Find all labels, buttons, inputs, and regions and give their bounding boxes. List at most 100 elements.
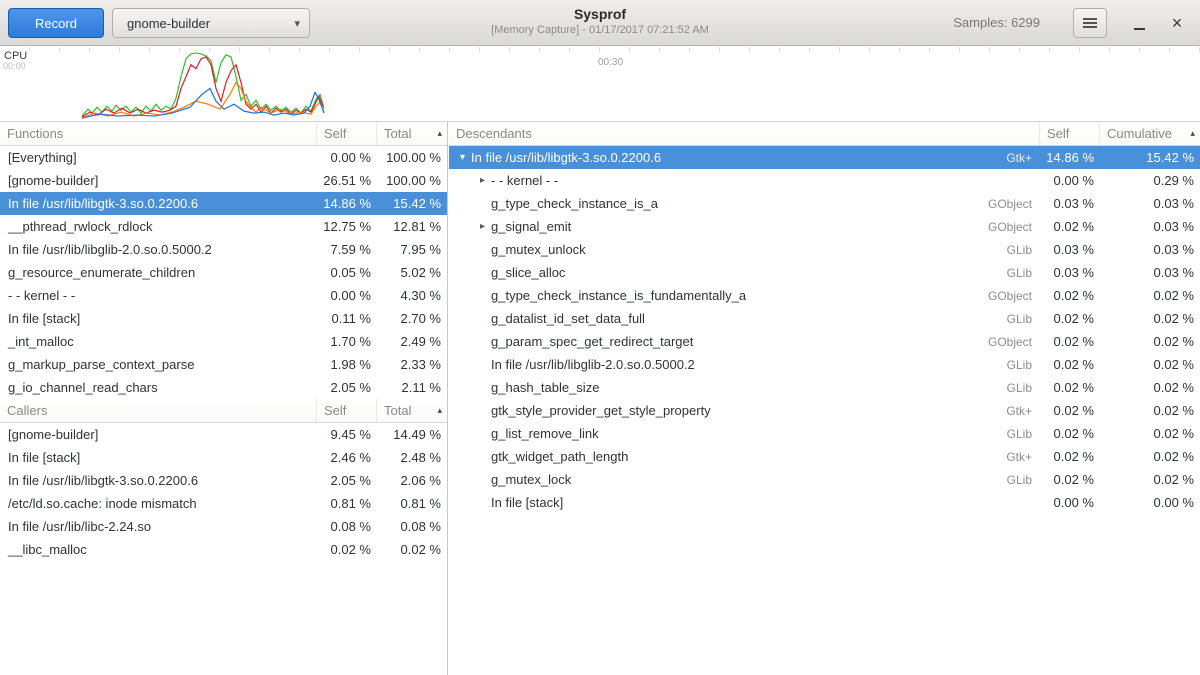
table-row[interactable]: In file /usr/lib/libgtk-3.so.0.2200.62.0…	[0, 469, 447, 492]
function-name: g_signal_emit	[491, 219, 988, 234]
table-row[interactable]: g_mutex_unlockGLib0.03 %0.03 %	[449, 238, 1200, 261]
callers-header-row: Callers Self Total	[0, 399, 447, 423]
menu-button[interactable]	[1073, 8, 1107, 38]
expander-closed-icon[interactable]	[474, 175, 491, 186]
table-row[interactable]: In file [stack]2.46 %2.48 %	[0, 446, 447, 469]
table-row[interactable]: In file [stack]0.11 %2.70 %	[0, 307, 447, 330]
total-value: 2.48 %	[377, 450, 447, 465]
table-row-selected[interactable]: In file /usr/lib/libgtk-3.so.0.2200.614.…	[0, 192, 447, 215]
table-row[interactable]: _int_malloc1.70 %2.49 %	[0, 330, 447, 353]
cumulative-value: 0.03 %	[1100, 265, 1200, 280]
table-row[interactable]: [Everything]0.00 %100.00 %	[0, 146, 447, 169]
column-header-self[interactable]: Self	[317, 399, 377, 422]
column-header-self[interactable]: Self	[1040, 122, 1100, 145]
self-value: 0.03 %	[1040, 196, 1100, 211]
function-name: [gnome-builder]	[0, 427, 317, 442]
total-value: 0.08 %	[377, 519, 447, 534]
column-header-callers[interactable]: Callers	[0, 399, 317, 422]
table-row[interactable]: gtk_widget_path_lengthGtk+0.02 %0.02 %	[449, 445, 1200, 468]
expander-open-icon[interactable]	[454, 152, 471, 163]
cpu-graph[interactable]: CPU 00:00 00:30	[0, 47, 1200, 122]
self-value: 0.02 %	[1040, 403, 1100, 418]
column-header-total[interactable]: Total	[377, 399, 447, 422]
self-value: 0.02 %	[317, 542, 377, 557]
app-subtitle: [Memory Capture] - 01/17/2017 07:21:52 A…	[300, 24, 900, 36]
function-name: g_mutex_unlock	[491, 242, 1007, 257]
table-row[interactable]: [gnome-builder]9.45 %14.49 %	[0, 423, 447, 446]
column-header-label: Total	[384, 403, 411, 418]
total-value: 100.00 %	[377, 173, 447, 188]
cpu-line-2	[82, 83, 324, 119]
expander-closed-icon[interactable]	[474, 221, 491, 232]
table-row[interactable]: - - kernel - -0.00 %4.30 %	[0, 284, 447, 307]
self-value: 0.02 %	[1040, 472, 1100, 487]
table-row[interactable]: gtk_style_provider_get_style_propertyGtk…	[449, 399, 1200, 422]
table-row[interactable]: g_list_remove_linkGLib0.02 %0.02 %	[449, 422, 1200, 445]
table-row[interactable]: g_io_channel_read_chars2.05 %2.11 %	[0, 376, 447, 399]
table-row[interactable]: g_type_check_instance_is_aGObject0.03 %0…	[449, 192, 1200, 215]
function-name: - - kernel - -	[0, 288, 317, 303]
table-row[interactable]: g_resource_enumerate_children0.05 %5.02 …	[0, 261, 447, 284]
category-label: GObject	[988, 289, 1040, 303]
column-header-cumulative[interactable]: Cumulative	[1100, 122, 1200, 145]
total-value: 2.06 %	[377, 473, 447, 488]
function-name: /etc/ld.so.cache: inode mismatch	[0, 496, 317, 511]
column-header-descendants[interactable]: Descendants	[449, 122, 1040, 145]
table-row[interactable]: [gnome-builder]26.51 %100.00 %	[0, 169, 447, 192]
table-row[interactable]: __pthread_rwlock_rdlock12.75 %12.81 %	[0, 215, 447, 238]
titlebox: Sysprof [Memory Capture] - 01/17/2017 07…	[300, 6, 900, 36]
column-header-self[interactable]: Self	[317, 122, 377, 145]
total-value: 100.00 %	[377, 150, 447, 165]
column-header-total[interactable]: Total	[377, 122, 447, 145]
table-row[interactable]: g_markup_parse_context_parse1.98 %2.33 %	[0, 353, 447, 376]
table-row[interactable]: g_type_check_instance_is_fundamentally_a…	[449, 284, 1200, 307]
table-row[interactable]: In file /usr/lib/libglib-2.0.so.0.5000.2…	[449, 353, 1200, 376]
main-area: Functions Self Total [Everything]0.00 %1…	[0, 122, 1200, 675]
table-row[interactable]: g_hash_table_sizeGLib0.02 %0.02 %	[449, 376, 1200, 399]
table-row[interactable]: g_slice_allocGLib0.03 %0.03 %	[449, 261, 1200, 284]
self-value: 12.75 %	[317, 219, 377, 234]
total-value: 14.49 %	[377, 427, 447, 442]
process-selector-dropdown[interactable]: gnome-builder ▾	[112, 8, 310, 38]
table-row[interactable]: g_datalist_id_set_data_fullGLib0.02 %0.0…	[449, 307, 1200, 330]
function-name: __libc_malloc	[0, 542, 317, 557]
sort-ascending-icon	[437, 128, 442, 139]
hamburger-icon	[1083, 22, 1097, 24]
close-button[interactable]: ×	[1162, 8, 1192, 38]
self-value: 2.05 %	[317, 473, 377, 488]
function-name: g_markup_parse_context_parse	[0, 357, 317, 372]
function-name: In file /usr/lib/libgtk-3.so.0.2200.6	[0, 196, 317, 211]
function-name: gtk_style_provider_get_style_property	[491, 403, 1006, 418]
table-row[interactable]: In file /usr/lib/libc-2.24.so0.08 %0.08 …	[0, 515, 447, 538]
function-name: In file /usr/lib/libglib-2.0.so.0.5000.2	[0, 242, 317, 257]
table-row[interactable]: g_param_spec_get_redirect_targetGObject0…	[449, 330, 1200, 353]
self-value: 0.03 %	[1040, 242, 1100, 257]
total-value: 2.70 %	[377, 311, 447, 326]
total-value: 4.30 %	[377, 288, 447, 303]
self-value: 0.02 %	[1040, 219, 1100, 234]
cumulative-value: 0.02 %	[1100, 357, 1200, 372]
descendants-header-row: Descendants Self Cumulative	[449, 122, 1200, 146]
category-label: GLib	[1007, 427, 1040, 441]
category-label: GObject	[988, 335, 1040, 349]
table-row[interactable]: __libc_malloc0.02 %0.02 %	[0, 538, 447, 561]
column-header-functions[interactable]: Functions	[0, 122, 317, 145]
self-value: 0.02 %	[1040, 449, 1100, 464]
table-row[interactable]: In file /usr/lib/libglib-2.0.so.0.5000.2…	[0, 238, 447, 261]
table-row[interactable]: - - kernel - -0.00 %0.29 %	[449, 169, 1200, 192]
category-label: GLib	[1007, 381, 1040, 395]
table-row[interactable]: In file [stack]0.00 %0.00 %	[449, 491, 1200, 514]
table-row[interactable]: /etc/ld.so.cache: inode mismatch0.81 %0.…	[0, 492, 447, 515]
table-row[interactable]: g_signal_emitGObject0.02 %0.03 %	[449, 215, 1200, 238]
function-name: g_param_spec_get_redirect_target	[491, 334, 988, 349]
minimize-button[interactable]	[1124, 8, 1154, 38]
table-row[interactable]: g_mutex_lockGLib0.02 %0.02 %	[449, 468, 1200, 491]
category-label: GLib	[1007, 312, 1040, 326]
table-row-selected[interactable]: In file /usr/lib/libgtk-3.so.0.2200.6Gtk…	[449, 146, 1200, 169]
self-value: 9.45 %	[317, 427, 377, 442]
function-name: g_mutex_lock	[491, 472, 1007, 487]
record-button[interactable]: Record	[8, 8, 104, 38]
function-name: g_hash_table_size	[491, 380, 1007, 395]
column-header-label: Cumulative	[1107, 126, 1172, 141]
self-value: 0.02 %	[1040, 311, 1100, 326]
